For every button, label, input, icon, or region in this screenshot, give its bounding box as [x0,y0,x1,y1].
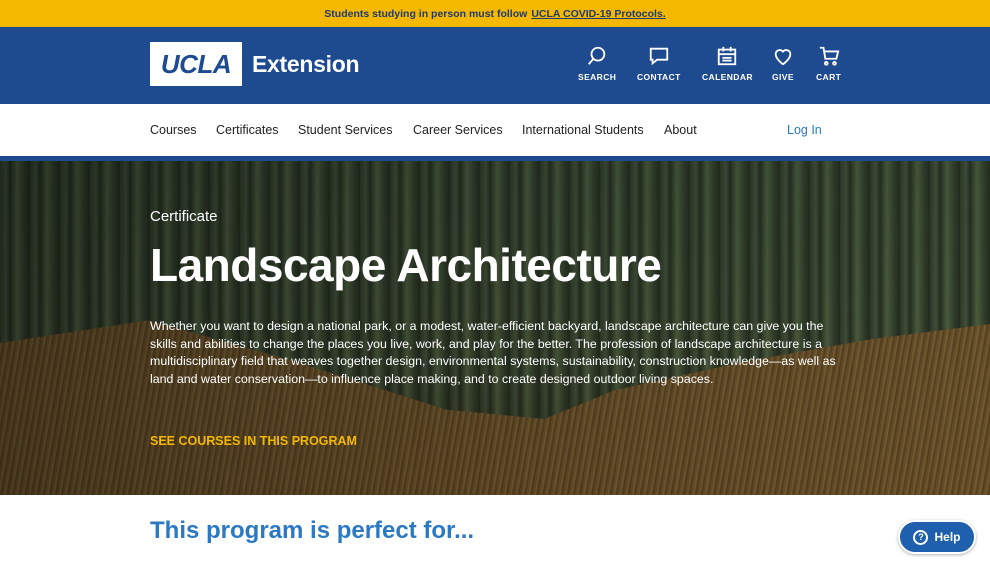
give-label: GIVE [772,72,794,82]
cart-label: CART [816,72,842,82]
nav-item-career-services[interactable]: Career Services [413,123,503,137]
help-button[interactable]: ? Help [898,520,976,554]
main-nav: Courses Certificates Student Services Ca… [0,104,990,159]
nav-item-student-services[interactable]: Student Services [298,123,393,137]
cart-icon [819,46,839,66]
calendar-button[interactable]: CALENDAR [702,45,753,82]
help-icon: ? [913,529,929,545]
nav-item-courses[interactable]: Courses [150,123,197,137]
chat-icon [649,47,669,66]
hero-banner: Certificate Landscape Architecture Wheth… [0,161,990,495]
ucla-extension-logo[interactable]: UCLA Extension [150,42,360,86]
calendar-icon [718,46,737,66]
covid-protocols-link[interactable]: UCLA COVID-19 Protocols. [531,8,665,20]
see-courses-link[interactable]: SEE COURSES IN THIS PROGRAM [150,434,357,448]
alert-text: Students studying in person must follow [324,7,528,20]
search-icon [588,46,606,65]
logo-mark: UCLA [150,42,242,86]
give-button[interactable]: GIVE [772,45,794,82]
search-button[interactable]: SEARCH [578,45,616,82]
page-title: Landscape Architecture [150,239,662,291]
nav-item-certificates[interactable]: Certificates [216,123,279,137]
section-heading: This program is perfect for... [150,517,475,544]
heart-icon [774,49,792,66]
calendar-label: CALENDAR [702,72,753,82]
hero-kicker: Certificate [150,208,218,225]
help-label: Help [934,530,961,544]
cart-button[interactable]: CART [816,45,841,82]
contact-button[interactable]: CONTACT [637,45,681,82]
alert-banner: Students studying in person must follow … [0,0,990,27]
login-link[interactable]: Log In [787,123,822,137]
site-header: UCLA Extension SEARCH CONTACT CALENDAR G… [0,27,990,104]
nav-item-about[interactable]: About [664,123,697,137]
contact-label: CONTACT [637,72,681,82]
hero-description: Whether you want to design a national pa… [150,319,836,386]
search-label: SEARCH [578,72,617,82]
nav-item-international-students[interactable]: International Students [522,123,644,137]
logo-text: Extension [252,50,360,77]
